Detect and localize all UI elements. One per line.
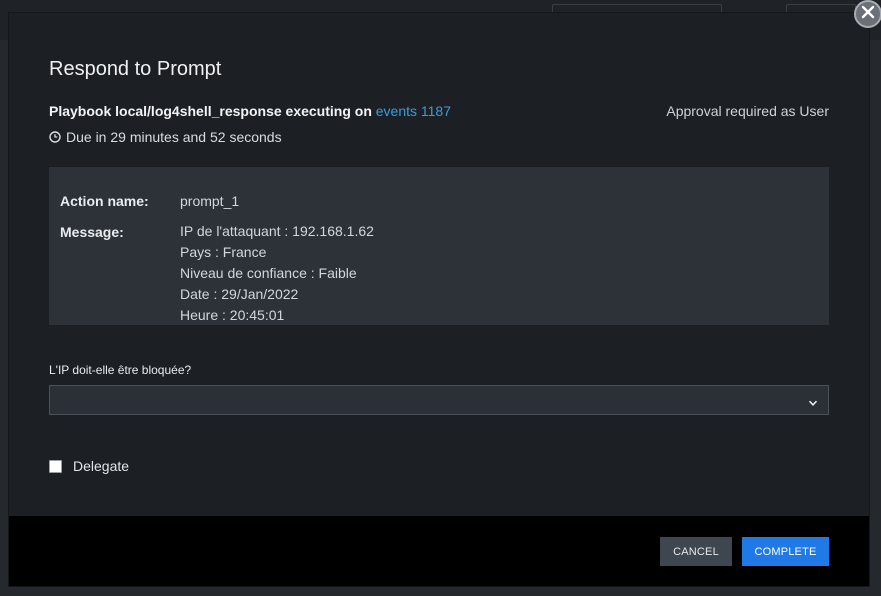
- delegate-label: Delegate: [73, 458, 130, 474]
- response-select[interactable]: [49, 385, 829, 415]
- message-line: Niveau de confiance : Faible: [180, 265, 357, 281]
- complete-button[interactable]: COMPLETE: [742, 537, 829, 566]
- delegate-option[interactable]: Delegate: [49, 458, 129, 474]
- close-icon: [861, 5, 875, 24]
- approval-requirement: Approval required as User: [666, 103, 829, 119]
- message-line: Date : 29/Jan/2022: [180, 286, 299, 302]
- message-value: IP de l'attaquant : 192.168.1.62 Pays : …: [180, 221, 374, 326]
- message-line: Pays : France: [180, 244, 267, 260]
- dialog-title: Respond to Prompt: [49, 58, 222, 80]
- message-label: Message:: [60, 224, 124, 240]
- clock-icon: [49, 131, 61, 143]
- prompt-details-panel: Action name: prompt_1 Message: IP de l'a…: [49, 167, 829, 325]
- playbook-text: Playbook local/log4shell_response execut…: [49, 103, 372, 119]
- action-name-value: prompt_1: [180, 193, 240, 209]
- events-link[interactable]: events 1187: [376, 103, 451, 119]
- chevron-down-icon: [808, 395, 818, 413]
- dialog-footer: CANCEL COMPLETE: [9, 516, 869, 586]
- respond-to-prompt-dialog: Respond to Prompt Playbook local/log4she…: [9, 13, 869, 586]
- action-name-label: Action name:: [60, 193, 149, 209]
- due-time: Due in 29 minutes and 52 seconds: [49, 129, 282, 145]
- due-text: Due in 29 minutes and 52 seconds: [66, 129, 282, 145]
- playbook-info: Playbook local/log4shell_response execut…: [49, 103, 451, 119]
- delegate-checkbox[interactable]: [49, 459, 62, 473]
- cancel-button[interactable]: CANCEL: [660, 537, 732, 566]
- question-label: L'IP doit-elle être bloquée?: [49, 363, 192, 377]
- message-line: IP de l'attaquant : 192.168.1.62: [180, 223, 374, 239]
- close-button[interactable]: [854, 0, 881, 28]
- message-line: Heure : 20:45:01: [180, 307, 285, 323]
